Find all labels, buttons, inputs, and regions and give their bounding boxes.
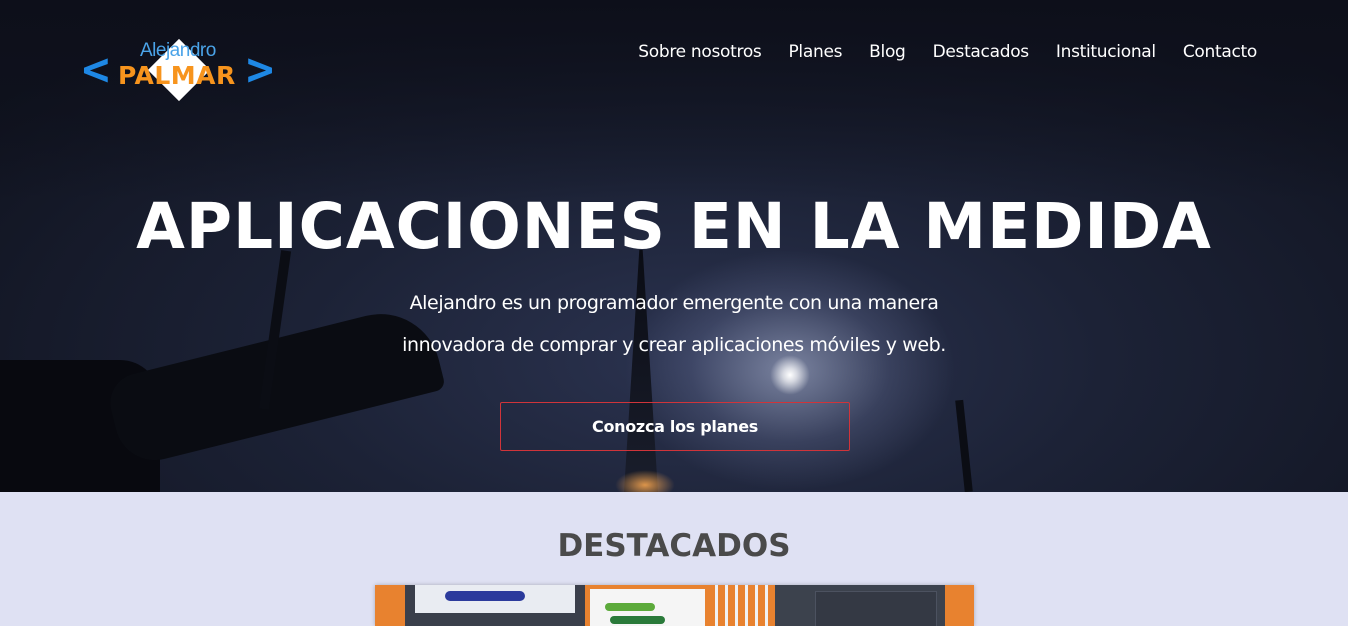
tablet-pad xyxy=(815,591,937,626)
nav-item-destacados[interactable]: Destacados xyxy=(933,42,1030,62)
nav-item-contacto[interactable]: Contacto xyxy=(1183,42,1257,62)
hero-subtitle: Alejandro es un programador emergente co… xyxy=(402,292,946,356)
hero-bg-tower-right xyxy=(955,399,973,492)
logo-left-bracket-icon: < xyxy=(82,42,110,96)
paper-stroke-dark xyxy=(610,616,665,624)
card-illustration-tablet xyxy=(775,585,945,626)
featured-card-image[interactable] xyxy=(375,585,974,626)
hero-section: < > Alejandro PALMAR Sobre nosotros Plan… xyxy=(0,0,1348,492)
nav-item-planes[interactable]: Planes xyxy=(788,42,842,62)
logo-top-text: Alejandro xyxy=(140,40,216,61)
nav-item-blog[interactable]: Blog xyxy=(869,42,906,62)
logo-main-text: PALMAR xyxy=(118,61,236,90)
featured-section-title: DESTACADOS xyxy=(557,528,791,564)
card-illustration-brushes xyxy=(715,585,775,626)
card-illustration-paper xyxy=(590,589,705,626)
hero-bg-rocket-glow xyxy=(615,470,675,492)
nav-item-institucional[interactable]: Institucional xyxy=(1056,42,1156,62)
site-logo[interactable]: < > Alejandro PALMAR xyxy=(82,38,274,102)
monitor-paint-stroke xyxy=(445,591,525,601)
paper-stroke-light xyxy=(605,603,655,611)
logo-right-bracket-icon: > xyxy=(246,42,274,96)
see-plans-button[interactable]: Conozca los planes xyxy=(500,402,850,451)
card-illustration-monitor xyxy=(405,585,585,626)
nav-item-sobre-nosotros[interactable]: Sobre nosotros xyxy=(638,42,762,62)
hero-title: APLICACIONES EN LA MEDIDA xyxy=(136,190,1212,263)
main-nav: Sobre nosotros Planes Blog Destacados In… xyxy=(638,42,1257,62)
